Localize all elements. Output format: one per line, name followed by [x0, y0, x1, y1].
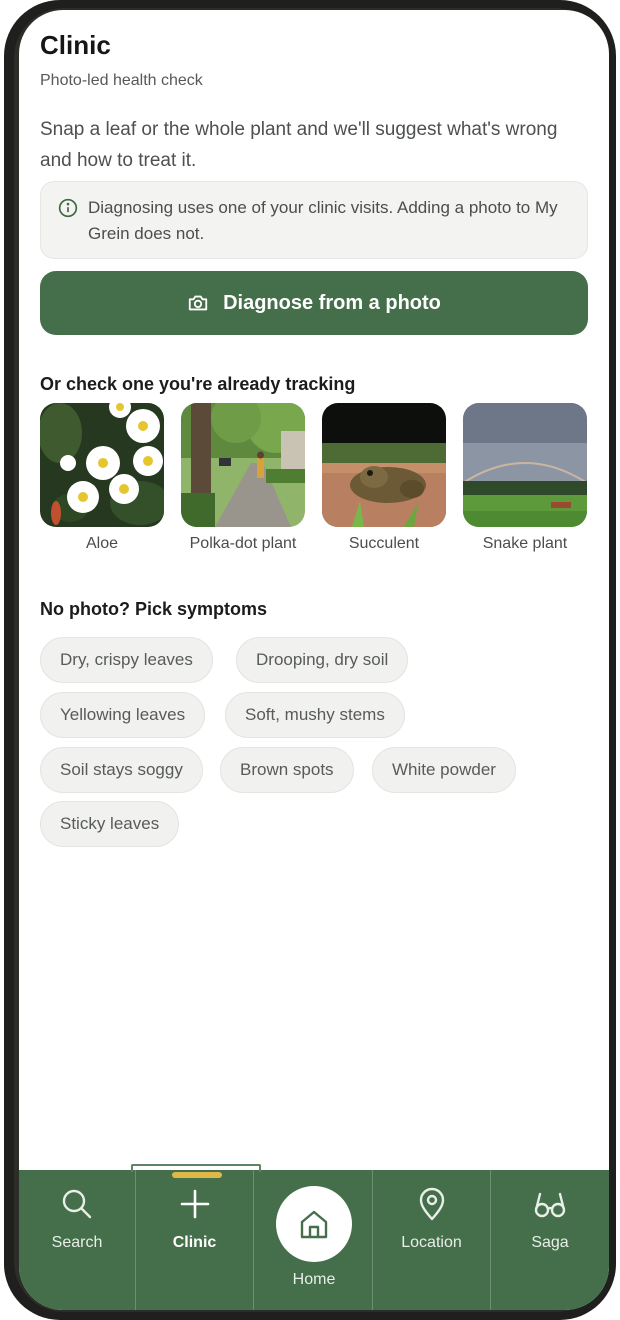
tab-search[interactable]: Search [19, 1170, 135, 1310]
page-title: Clinic [40, 30, 111, 60]
tracked-plant-snake[interactable]: Snake plant [463, 403, 587, 553]
tab-home-label: Home [292, 1271, 336, 1288]
tab-saga[interactable]: Saga [491, 1170, 609, 1310]
camera-icon [188, 295, 208, 311]
tracked-plant-aloe[interactable]: Aloe [40, 403, 164, 553]
app-screen: Clinic Photo-led health check Snap a lea… [19, 10, 609, 1310]
plant-photo [40, 403, 164, 527]
tracked-plant-name: Aloe [85, 535, 119, 552]
location-pin-icon [419, 1187, 444, 1221]
tab-home[interactable] [276, 1186, 352, 1262]
info-icon [58, 198, 78, 218]
symptom-chip[interactable]: Sticky leaves [40, 801, 180, 847]
tracked-plant-name: Snake plant [482, 535, 568, 552]
tab-location[interactable]: Location [373, 1170, 490, 1310]
plus-icon [180, 1189, 209, 1219]
tracked-plant-polka-dot[interactable]: Polka-dot plant [181, 403, 305, 553]
plant-photo [322, 403, 446, 527]
search-icon [62, 1189, 92, 1219]
tracked-plant-name: Succulent [348, 535, 420, 552]
page-subtitle: Photo-led health check [40, 72, 203, 89]
home-icon [300, 1210, 328, 1239]
symptoms-heading: No photo? Pick symptoms [40, 599, 268, 619]
device-frame: Clinic Photo-led health check Snap a lea… [4, 0, 616, 1320]
tab-search-label: Search [51, 1234, 103, 1251]
tab-saga-label: Saga [531, 1234, 569, 1251]
tab-clinic[interactable]: Clinic [136, 1170, 253, 1310]
intro-text: Snap a leaf or the whole plant and we'll… [40, 119, 558, 171]
tracked-plant-name: Polka-dot plant [189, 535, 297, 552]
active-tab-indicator [172, 1172, 222, 1178]
tab-clinic-label: Clinic [172, 1234, 217, 1251]
symptom-chip[interactable]: Brown spots [220, 747, 354, 793]
tab-divider [253, 1170, 254, 1310]
tracking-heading: Or check one you're already tracking [40, 374, 356, 394]
plant-photo [181, 403, 305, 527]
bottom-tab-bar: Search Clinic Home Location Saga [19, 1164, 609, 1310]
notice-text: Diagnosing uses one of your clinic visit… [88, 198, 558, 243]
visit-usage-notice: Diagnosing uses one of your clinic visit… [40, 181, 588, 259]
symptom-chip[interactable]: Soft, mushy stems [225, 692, 405, 738]
tracked-plants-list: Aloe Polka-dot plant Succulent Snake pla… [40, 403, 588, 563]
tab-location-label: Location [401, 1234, 462, 1251]
symptom-chip[interactable]: Dry, crispy leaves [40, 637, 213, 683]
symptom-chip[interactable]: White powder [372, 747, 516, 793]
symptom-chip[interactable]: Soil stays soggy [40, 747, 203, 793]
plant-photo [463, 403, 587, 527]
diagnose-photo-label: Diagnose from a photo [223, 291, 441, 314]
glasses-icon [534, 1192, 566, 1218]
symptom-chip[interactable]: Drooping, dry soil [236, 637, 409, 683]
symptom-chip[interactable]: Yellowing leaves [40, 692, 206, 738]
diagnose-photo-button[interactable]: Diagnose from a photo [40, 271, 588, 335]
tracked-plant-succulent[interactable]: Succulent [322, 403, 446, 553]
